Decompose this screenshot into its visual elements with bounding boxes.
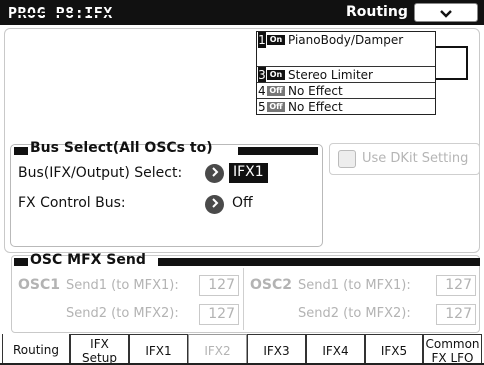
osc2-label: OSC2 <box>250 277 292 293</box>
ifx-slot-3[interactable]: 3 On Stereo Limiter <box>257 67 435 83</box>
ifx-slot-number: 1 <box>258 32 266 48</box>
tab-label: IFX <box>90 337 109 351</box>
bus-select-value[interactable]: IFX1 <box>229 163 268 183</box>
page-name: Routing <box>346 4 408 20</box>
ifx-chain-list: 1 On PianoBody/Damper 3 On Stereo Limite… <box>256 31 436 115</box>
tab-bar: Routing IFX Setup IFX1 IFX2 IFX3 IFX4 IF… <box>0 334 484 365</box>
tab-ifx1[interactable]: IFX1 <box>129 334 188 365</box>
ifx-effect-name: No Effect <box>288 84 343 98</box>
osc1-send1-label: Send1 (to MFX1): <box>66 278 179 293</box>
tab-ifx2[interactable]: IFX2 <box>188 334 247 365</box>
section-bar <box>158 258 480 266</box>
osc1-send2-label: Send2 (to MFX2): <box>66 306 179 321</box>
osc2-send1-label: Send1 (to MFX1): <box>298 278 411 293</box>
ifx-effect-name: PianoBody/Damper <box>288 33 404 47</box>
osc1-send1-value[interactable]: 127 <box>199 275 239 296</box>
tab-routing[interactable]: Routing <box>2 334 70 365</box>
ifx-onoff-badge[interactable]: Off <box>267 86 285 96</box>
checkbox-box[interactable] <box>338 150 356 168</box>
tab-label: IFX2 <box>204 344 231 358</box>
tab-label: IFX5 <box>380 344 408 358</box>
ifx-effect-name: Stereo Limiter <box>288 68 373 82</box>
tab-label: IFX1 <box>145 344 172 358</box>
ifx-slot-4[interactable]: 4 Off No Effect <box>257 83 435 99</box>
fx-control-bus-value[interactable]: Off <box>232 195 253 211</box>
osc2-send1-value[interactable]: 127 <box>436 275 476 296</box>
osc2-send2-label: Send2 (to MFX2): <box>298 306 411 321</box>
section-bar <box>238 147 318 155</box>
ifx-onoff-badge[interactable]: On <box>267 35 285 45</box>
ifx-slot-number: 3 <box>258 67 266 83</box>
tab-ifx5[interactable]: IFX5 <box>365 334 423 365</box>
bus-select-title: Bus Select(All OSCs to) <box>30 140 213 156</box>
fx-control-bus-popup-button[interactable] <box>205 195 224 214</box>
ifx-onoff-badge[interactable]: On <box>267 70 285 80</box>
tab-label: IFX3 <box>263 344 290 358</box>
tab-ifx-setup[interactable]: IFX Setup <box>70 334 129 365</box>
chevron-right-icon <box>211 167 219 180</box>
tab-label: Routing <box>12 343 59 357</box>
osc2-send2-value[interactable]: 127 <box>436 304 476 325</box>
section-bar <box>14 147 28 155</box>
tab-ifx4[interactable]: IFX4 <box>306 334 365 365</box>
ifx-effect-name: No Effect <box>288 100 343 114</box>
osc1-send2-value[interactable]: 127 <box>199 304 239 325</box>
section-bar <box>14 258 28 266</box>
ifx-slot-5[interactable]: 5 Off No Effect <box>257 99 435 115</box>
osc-mfx-send-title: OSC MFX Send <box>30 252 146 268</box>
ifx-onoff-badge[interactable]: Off <box>267 102 285 112</box>
divider <box>243 268 244 330</box>
ifx-slot-1[interactable]: 1 On PianoBody/Damper <box>257 32 435 48</box>
ifx-slot-number: 5 <box>258 100 266 114</box>
signal-route-line <box>18 13 260 15</box>
use-dkit-setting-checkbox[interactable]: Use DKit Setting <box>329 143 480 175</box>
chevron-right-icon <box>211 198 219 211</box>
program-ifx-routing-page: PROG P8:IFX Routing 1 On PianoBody/Dampe… <box>0 0 484 365</box>
tab-common-fx-lfo[interactable]: Common FX LFO <box>423 334 482 365</box>
use-dkit-setting-label: Use DKit Setting <box>362 151 469 166</box>
bus-select-popup-button[interactable] <box>205 164 224 183</box>
osc1-label: OSC1 <box>18 277 60 293</box>
page-menu-button[interactable] <box>414 3 478 22</box>
ifx-slot-number: 4 <box>258 84 266 98</box>
fx-control-bus-label: FX Control Bus: <box>18 195 126 211</box>
chevron-down-icon <box>439 8 453 23</box>
route-return-bracket <box>432 46 468 80</box>
tab-label: Common <box>425 337 480 351</box>
tab-label: IFX4 <box>322 344 349 358</box>
tab-ifx3[interactable]: IFX3 <box>247 334 306 365</box>
bus-select-label: Bus(IFX/Output) Select: <box>18 165 183 181</box>
